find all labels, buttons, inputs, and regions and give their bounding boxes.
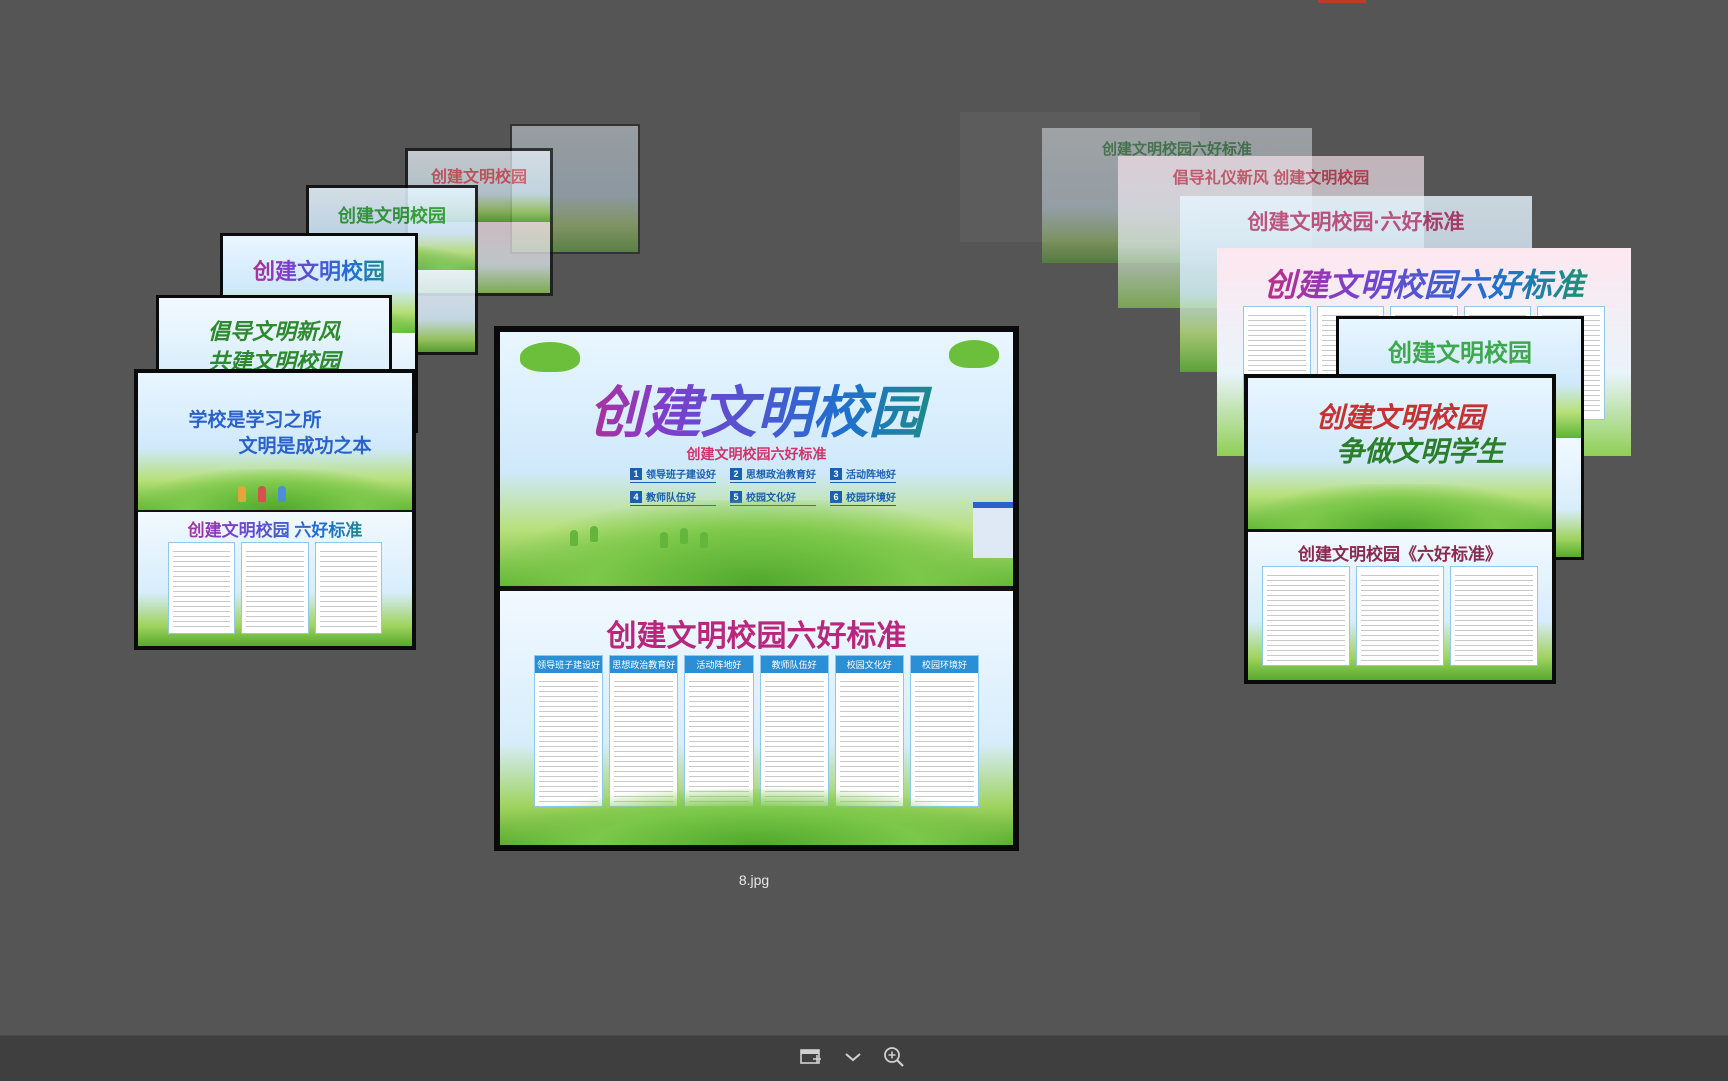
- column-text: [839, 677, 899, 802]
- thumbnail-bottom-title: 创建文明校园《六好标准》: [1298, 545, 1502, 565]
- standard-number: 2: [730, 467, 742, 480]
- standards-columns: 领导班子建设好 思想政治教育好 活动阵地好 教师队伍好 校园文化好 校园环境好: [534, 655, 980, 807]
- slideshow-icon: [800, 1048, 822, 1071]
- standard-label: 领导班子建设好: [646, 470, 716, 481]
- image-filename: 8.jpg: [738, 872, 770, 888]
- thumbnail-right-0[interactable]: 创建文明校园 争做文明学生 创建文明校园《六好标准》: [1244, 374, 1556, 684]
- zoom-in-icon: [883, 1046, 905, 1073]
- kid-figure: [570, 530, 578, 546]
- standard-label: 思想政治教育好: [746, 470, 816, 481]
- kid-figure: [258, 485, 266, 502]
- school-building-icon: [973, 502, 1013, 558]
- standard-column: 校园环境好: [909, 655, 980, 807]
- column-header: 活动阵地好: [685, 656, 753, 673]
- thumbnail-title: 创建文明校园六好标准: [1217, 260, 1631, 306]
- current-image[interactable]: 创建文明校园 创建文明校园六好标准 1 领导班子建设好 2 思想政治教育好 3 活动阵地好…: [494, 326, 1019, 851]
- column-header: 校园文化好: [835, 656, 903, 673]
- column-header: 领导班子建设好: [535, 656, 603, 673]
- thumbnail-title: 创建文明校园: [430, 169, 527, 186]
- standard-item: 1 领导班子建设好: [630, 466, 716, 483]
- chevron-down-icon: [844, 1050, 862, 1068]
- column-text: [914, 677, 975, 802]
- column-text: [764, 677, 824, 802]
- standard-column: 教师队伍好: [759, 655, 829, 807]
- standard-number: 1: [630, 467, 642, 480]
- thumbnail-columns: [1262, 566, 1538, 666]
- column-text: [539, 677, 599, 802]
- banner-bottom-title: 创建文明校园六好标准: [606, 620, 907, 653]
- thumbnail-title: 倡导文明新风: [207, 319, 340, 344]
- column-header: 校园环境好: [910, 656, 979, 673]
- standard-label: 活动阵地好: [846, 470, 896, 481]
- slideshow-button[interactable]: [797, 1045, 825, 1073]
- thumbnail-title: 创建文明校园: [338, 206, 446, 226]
- thumbnail-title: 倡导礼仪新风 创建文明校园: [1172, 170, 1370, 187]
- kid-figure: [700, 532, 708, 548]
- kid-figure: [680, 528, 688, 544]
- column-header: 教师队伍好: [760, 656, 828, 673]
- thumbnail-title: 学校是学习之所: [188, 410, 322, 431]
- banner-subtitle: 创建文明校园六好标准: [686, 446, 827, 462]
- standard-column: 校园文化好: [834, 655, 904, 807]
- standard-number: 3: [830, 467, 842, 480]
- column-text: [614, 677, 674, 802]
- thumbnail-subtitle: 文明是成功之本: [238, 436, 372, 457]
- kid-figure: [238, 485, 246, 502]
- thumbnail-title: 创建文明校园: [1388, 340, 1532, 367]
- thumbnail-subtitle: 争做文明学生: [1335, 436, 1504, 467]
- kid-figure: [590, 526, 598, 542]
- kid-figure: [660, 532, 668, 548]
- tree: [520, 342, 580, 372]
- coverflow-stage: 创建文明校园 创建文明校园 创建文明校园 倡导文明新风 共建文明校园 学校是学习…: [0, 0, 1728, 1035]
- standard-column: 活动阵地好: [684, 655, 754, 807]
- more-options-button[interactable]: [839, 1045, 867, 1073]
- tree: [949, 340, 999, 368]
- viewer-toolbar: [0, 1035, 1728, 1081]
- zoom-in-button[interactable]: [880, 1045, 908, 1073]
- standard-column: 思想政治教育好: [609, 655, 679, 807]
- kid-figure: [278, 485, 286, 502]
- standard-item: 2 思想政治教育好: [730, 466, 816, 483]
- window-indicator: [1318, 0, 1366, 3]
- standard-column: 领导班子建设好: [534, 655, 604, 807]
- thumbnail-title: 创建文明校园: [223, 254, 415, 286]
- banner-title: 创建文明校园: [500, 368, 1013, 449]
- column-text: [689, 677, 749, 802]
- thumbnail-title: 创建文明校园·六好标准: [1247, 211, 1465, 234]
- thumbnail-columns: [168, 542, 382, 634]
- banner-top: 创建文明校园 创建文明校园六好标准 1 领导班子建设好 2 思想政治教育好 3 活动阵地好…: [500, 332, 1013, 586]
- standard-item: 3 活动阵地好: [830, 466, 896, 483]
- thumbnail-bottom-title: 创建文明校园 六好标准: [138, 516, 412, 541]
- banner-bottom: 创建文明校园六好标准 领导班子建设好 思想政治教育好 活动阵地好 教师队伍好 校园文化好…: [500, 591, 1013, 845]
- thumbnail-left-0[interactable]: 学校是学习之所 文明是成功之本 创建文明校园 六好标准: [134, 369, 416, 650]
- column-header: 思想政治教育好: [610, 656, 678, 673]
